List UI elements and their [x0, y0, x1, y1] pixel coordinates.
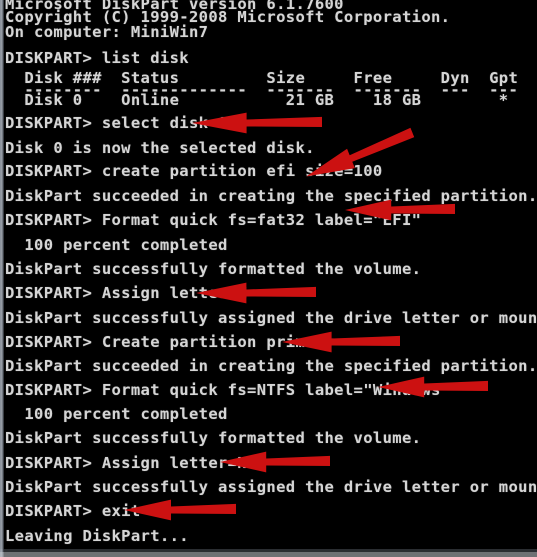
line-msg-selected: Disk 0 is now the selected disk.	[5, 139, 315, 157]
line-msg-assigned-1: DiskPart successfully assigned the drive…	[5, 309, 537, 327]
arrow-format-fat32	[345, 197, 455, 223]
line-msg-leaving: Leaving DiskPart...	[5, 527, 189, 545]
arrow-assign-m	[196, 280, 316, 306]
line-msg-created-efi: DiskPart succeeded in creating the speci…	[5, 187, 537, 205]
line-cmd-list-disk: DISKPART> list disk	[5, 49, 189, 67]
line-on-computer: On computer: MiniWin7	[5, 23, 209, 41]
line-cmd-assign-n: DISKPART> Assign letter=N	[5, 454, 248, 472]
window-bottom-edge	[0, 552, 537, 557]
diskpart-console-window: Microsoft DiskPart version 6.1.7600 Copyr…	[0, 0, 537, 557]
arrow-assign-n	[220, 449, 330, 475]
line-msg-percent-1: 100 percent completed	[5, 236, 228, 254]
line-msg-formatted-2: DiskPart successfully formatted the volu…	[5, 429, 422, 447]
line-msg-percent-2: 100 percent completed	[5, 405, 228, 423]
arrow-format-ntfs	[378, 374, 488, 400]
line-cmd-exit: DISKPART> exit	[5, 502, 141, 520]
line-msg-formatted-1: DiskPart successfully formatted the volu…	[5, 260, 422, 278]
line-table-row-disk0: Disk 0 Online 21 GB 18 GB *	[5, 91, 509, 109]
window-left-edge	[0, 0, 4, 557]
arrow-create-primary	[282, 329, 400, 355]
line-msg-assigned-2: DiskPart successfully assigned the drive…	[5, 478, 537, 496]
arrow-select-disk	[192, 110, 322, 136]
line-msg-created-primary: DiskPart succeeded in creating the speci…	[5, 357, 537, 375]
arrow-exit	[124, 497, 236, 523]
